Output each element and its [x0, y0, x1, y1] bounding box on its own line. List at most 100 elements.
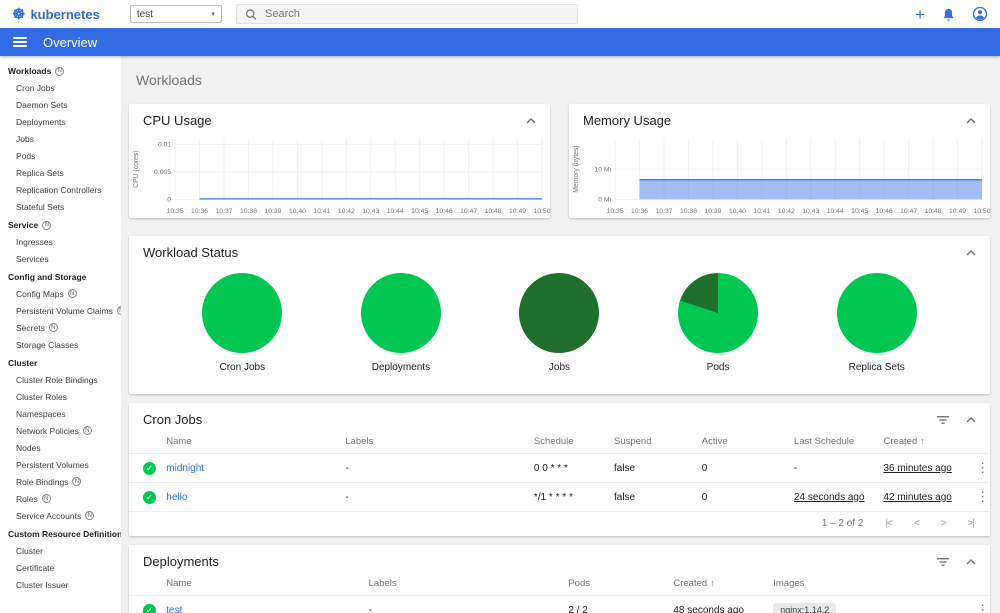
pie-jobs [519, 273, 600, 353]
column-header-actions [964, 430, 990, 454]
column-header-status [129, 430, 159, 454]
sidebar-item-roles[interactable]: Roles N [0, 490, 121, 507]
sidebar-group-service[interactable]: Service N [0, 215, 121, 233]
prev-page-icon[interactable]: < [914, 518, 920, 529]
namespaced-badge: N [67, 289, 77, 298]
sidebar-item-namespaces[interactable]: Namespaces [0, 405, 121, 422]
svg-text:10:36: 10:36 [191, 208, 208, 215]
sidebar-item-cluster-issuer[interactable]: Cluster Issuer [0, 576, 121, 593]
svg-text:10:36: 10:36 [631, 208, 648, 215]
collapse-icon[interactable] [966, 416, 976, 423]
collapse-icon[interactable] [966, 558, 976, 565]
sidebar-item-replication-controllers[interactable]: Replication Controllers [0, 181, 121, 198]
next-page-icon[interactable]: > [941, 518, 947, 529]
sidebar-item-nodes[interactable]: Nodes [0, 439, 121, 456]
notifications-icon[interactable] [941, 7, 956, 22]
column-header-labels[interactable]: Labels [337, 430, 526, 454]
namespaced-badge: N [85, 511, 95, 520]
column-header-suspend[interactable]: Suspend [605, 430, 694, 454]
search-input[interactable] [265, 8, 569, 20]
sidebar-item-stateful-sets[interactable]: Stateful Sets [0, 198, 121, 215]
sidebar-item-persistent-volumes[interactable]: Persistent Volumes [0, 456, 121, 473]
sidebar-item-settings[interactable]: Settings [0, 607, 121, 613]
svg-text:10:38: 10:38 [240, 208, 257, 215]
sidebar-item-cluster-role-bindings[interactable]: Cluster Role Bindings [0, 371, 121, 388]
sidebar-item-storage-classes[interactable]: Storage Classes [0, 336, 121, 353]
sidebar-item-label: Network Policies [16, 425, 79, 436]
table-header-row: Name Labels Pods Created ↑ Images [129, 572, 990, 596]
create-resource-icon[interactable]: + [915, 6, 925, 23]
svg-text:10:39: 10:39 [704, 208, 721, 215]
resource-link-midnight[interactable]: midnight [166, 463, 204, 474]
row-menu-icon[interactable]: ⋮ [972, 460, 990, 475]
image-chip: nginx:1.14.2 [773, 603, 837, 613]
sidebar-item-config-maps[interactable]: Config Maps N [0, 285, 121, 302]
sidebar-item-services[interactable]: Services [0, 250, 121, 267]
column-header-images[interactable]: Images [765, 572, 965, 596]
sidebar-item-replica-sets[interactable]: Replica Sets [0, 164, 121, 181]
sidebar-item-secrets[interactable]: Secrets N [0, 319, 121, 336]
sidebar-item-daemon-sets[interactable]: Daemon Sets [0, 96, 121, 113]
search-bar[interactable] [235, 4, 578, 24]
column-header-name[interactable]: Name [158, 430, 338, 454]
row-menu-icon[interactable]: ⋮ [972, 602, 990, 613]
sidebar-item-cluster-roles[interactable]: Cluster Roles [0, 388, 121, 405]
menu-icon[interactable] [13, 36, 27, 48]
column-header-pods[interactable]: Pods [560, 572, 666, 596]
column-header-name[interactable]: Name [158, 572, 361, 596]
column-header-labels[interactable]: Labels [360, 572, 561, 596]
sidebar-item-network-policies[interactable]: Network Policies N [0, 422, 121, 439]
workload-status-deployments: Deployments [360, 273, 441, 373]
column-header-schedule[interactable]: Schedule [525, 430, 606, 454]
cron-jobs-card: Cron Jobs Name Labels Schedule Suspend A… [129, 403, 990, 536]
collapse-icon[interactable] [966, 117, 976, 124]
sidebar-item-jobs[interactable]: Jobs [0, 130, 121, 147]
namespace-selector[interactable]: test ▾ [129, 5, 222, 23]
column-header-last-schedule[interactable]: Last Schedule [785, 430, 876, 454]
header-actions: + [915, 6, 988, 23]
kubernetes-brand[interactable]: ☸ kubernetes [12, 7, 100, 22]
svg-text:10:40: 10:40 [289, 208, 306, 215]
user-account-icon[interactable] [972, 6, 988, 22]
first-page-icon[interactable]: |< [885, 518, 893, 529]
resource-link-hello[interactable]: hello [166, 492, 187, 503]
sidebar-group-workloads[interactable]: Workloads N [0, 61, 121, 79]
sidebar-item-label: Replication Controllers [16, 184, 102, 195]
sidebar-item-label: Cron Jobs [16, 82, 55, 93]
row-menu-icon[interactable]: ⋮ [972, 489, 990, 504]
svg-text:10:43: 10:43 [362, 208, 379, 215]
sidebar-item-role-bindings[interactable]: Role Bindings N [0, 473, 121, 490]
svg-text:CPU (cores): CPU (cores) [133, 150, 140, 188]
sidebar-item-cron-jobs[interactable]: Cron Jobs [0, 79, 121, 96]
deployments-card: Deployments Name Labels Pods Created ↑ I… [129, 545, 990, 613]
collapse-icon[interactable] [966, 249, 976, 256]
sidebar-item-certificate[interactable]: Certificate [0, 559, 121, 576]
collapse-icon[interactable] [526, 117, 536, 124]
sidebar-item-pods[interactable]: Pods [0, 147, 121, 164]
namespaced-badge: N [72, 477, 82, 486]
pie-deployments [360, 273, 441, 353]
status-ok-icon: ✓ [143, 490, 156, 504]
filter-icon[interactable] [936, 414, 950, 426]
column-header-active[interactable]: Active [693, 430, 786, 454]
filter-icon[interactable] [936, 556, 950, 568]
column-header-created[interactable]: Created ↑ [875, 430, 965, 454]
sidebar-item-deployments[interactable]: Deployments [0, 113, 121, 130]
svg-text:10:37: 10:37 [216, 208, 233, 215]
table-row: ✓ midnight -0 0 * * * false 0-36 minutes ago… [129, 454, 990, 483]
sidebar-item-label: Persistent Volume Claims [16, 305, 113, 316]
sidebar-item-cluster[interactable]: Cluster [0, 542, 121, 559]
memory-usage-title: Memory Usage [583, 113, 672, 128]
sidebar-item-label: Certificate [16, 562, 55, 573]
sidebar-item-service-accounts[interactable]: Service Accounts N [0, 507, 121, 524]
sidebar-item-ingresses[interactable]: Ingresses [0, 233, 121, 250]
last-page-icon[interactable]: >| [968, 518, 976, 529]
svg-text:10:38: 10:38 [680, 208, 697, 215]
column-header-created[interactable]: Created ↑ [665, 572, 766, 596]
resource-link-test[interactable]: test [166, 605, 182, 613]
app-navbar: Overview [0, 28, 1000, 56]
sidebar-item-persistent-volume-claims[interactable]: Persistent Volume ClaimsN [0, 302, 121, 319]
chevron-down-icon: ▾ [211, 11, 215, 18]
svg-text:10:46: 10:46 [436, 208, 453, 215]
table-row: ✓ hello - */1 * * * * false 0 24 seconds ago 42… [129, 482, 990, 511]
